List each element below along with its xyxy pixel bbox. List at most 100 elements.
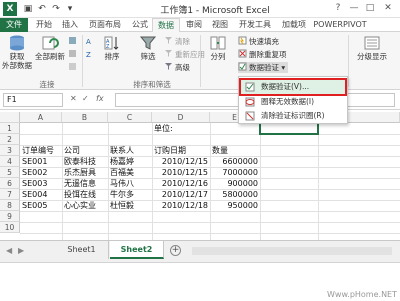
row-header[interactable]: 9 [0,211,20,222]
outline-button[interactable]: 分级显示 [352,35,392,61]
row-header[interactable]: 7 [0,189,20,200]
row-header[interactable]: 2 [0,134,20,145]
sort-za-button[interactable]: Z [86,49,97,60]
save-icon[interactable]: ▣ [22,3,34,15]
column-header[interactable]: D [152,112,210,123]
sheet-tab-sheet2[interactable]: Sheet2 [110,241,164,259]
tab-powerpivot[interactable]: POWERPIVOT [312,18,368,32]
insert-function-icon[interactable]: fx [96,94,104,103]
help-button[interactable]: ? [331,1,345,16]
table-cell[interactable]: 950000 [210,200,258,211]
filter-button[interactable]: 筛选 [136,35,160,61]
tab-home[interactable]: 开始 [32,18,56,32]
tab-addins[interactable]: 加载项 [278,18,310,32]
table-cell[interactable]: 心心实业 [64,200,108,211]
row-header[interactable]: 3 [0,145,20,156]
sort-button[interactable]: AZ 排序 [100,35,124,61]
table-cell[interactable]: 5800000 [210,189,258,200]
clear-filter-button[interactable]: 清除 [164,36,190,47]
row-header[interactable]: 1 [0,123,20,134]
sort-az-button[interactable]: A [86,36,97,47]
data-validation-icon [245,82,255,92]
tab-formulas[interactable]: 公式 [128,18,152,32]
table-cell[interactable]: SE005 [22,200,62,211]
row-header[interactable]: 10 [0,222,20,233]
sheet-tab-sheet1[interactable]: Sheet1 [55,241,109,259]
table-cell[interactable]: 6600000 [210,156,258,167]
flash-fill-label: 快速填充 [249,37,279,46]
row-header[interactable]: 5 [0,167,20,178]
row-header[interactable]: 6 [0,178,20,189]
cancel-icon[interactable]: ✕ [70,94,77,103]
redo-icon[interactable]: ↷ [50,3,62,15]
table-cell[interactable]: 欧泰科技 [64,156,108,167]
table-cell[interactable]: 7000000 [210,167,258,178]
table-cell[interactable]: 乐杰厨具 [64,167,108,178]
clear-filter-label: 清除 [175,37,190,46]
table-cell[interactable]: 2010/12/15 [152,167,208,178]
remove-duplicates-button[interactable]: 删除重复项 [238,49,287,60]
table-cell[interactable]: 马伟八 [110,178,152,189]
menu-item-circle-invalid[interactable]: 圈释无效数据(I) [241,95,345,109]
table-cell[interactable]: SE001 [22,156,62,167]
select-all-corner[interactable] [0,112,20,123]
tab-data[interactable]: 数据 [152,18,180,33]
tab-developer[interactable]: 开发工具 [234,18,276,32]
get-external-data-button[interactable]: 获取 外部数据 [2,35,32,70]
connections-small-1[interactable] [68,36,79,47]
data-validation-button[interactable]: 数据验证 ▾ [238,62,289,73]
menu-item-clear-circles[interactable]: 清除验证标识圈(R) [241,109,345,123]
table-cell[interactable]: 2010/12/17 [152,189,208,200]
undo-icon[interactable]: ↶ [36,3,48,15]
enter-icon[interactable]: ✓ [82,94,89,103]
refresh-all-button[interactable]: 全部刷新 [34,35,66,61]
header-cell[interactable]: 联系人 [110,145,152,156]
tab-page-layout[interactable]: 页面布局 [84,18,126,32]
tab-view[interactable]: 视图 [208,18,232,32]
table-cell[interactable]: 投饵在线 [64,189,108,200]
row-header[interactable]: 8 [0,200,20,211]
outline-icon [364,36,380,50]
column-header[interactable]: C [108,112,152,123]
table-cell[interactable]: 杜恒毅 [110,200,152,211]
customize-qat-icon[interactable]: ▾ [64,3,76,15]
text-to-columns-button[interactable]: 分列 [206,35,230,61]
name-box[interactable]: F1 [3,93,63,107]
table-cell[interactable]: SE003 [22,178,62,189]
tab-file[interactable]: 文件 [0,18,28,32]
menu-item-data-validation[interactable]: 数据验证(V)... [239,78,347,96]
minimize-button[interactable]: — [347,1,361,16]
tab-insert[interactable]: 插入 [58,18,82,32]
next-sheet-icon[interactable]: ▶ [18,246,24,255]
header-cell[interactable]: 订购日期 [154,145,210,156]
row-header[interactable]: 4 [0,156,20,167]
table-cell[interactable]: 900000 [210,178,258,189]
table-cell[interactable]: SE004 [22,189,62,200]
table-cell[interactable]: 牛尔多 [110,189,152,200]
prev-sheet-icon[interactable]: ◀ [6,246,12,255]
table-cell[interactable]: SE002 [22,167,62,178]
close-button[interactable]: ✕ [381,1,395,16]
table-cell[interactable]: 杨嘉婷 [110,156,152,167]
table-cell[interactable]: 无遥信息 [64,178,108,189]
table-cell[interactable]: 2010/12/15 [152,156,208,167]
edit-links-small[interactable] [68,62,79,73]
column-header[interactable]: B [62,112,108,123]
remove-duplicates-label: 删除重复项 [249,50,287,59]
table-cell[interactable]: 百福美 [110,167,152,178]
add-sheet-button[interactable]: + [170,245,181,256]
horizontal-scrollbar[interactable] [192,247,392,255]
header-cell[interactable]: 订单编号 [22,145,62,156]
header-cell[interactable]: 公司 [64,145,108,156]
table-cell[interactable]: 2010/12/16 [152,178,208,189]
column-header[interactable]: A [20,112,62,123]
table-cell[interactable]: 2010/12/18 [152,200,208,211]
reapply-button[interactable]: 重新应用 [164,49,205,60]
flash-fill-button[interactable]: 快速填充 [238,36,279,47]
advanced-filter-button[interactable]: 高级 [164,62,190,73]
properties-small[interactable] [68,49,79,60]
cell-unit-label[interactable]: 单位: [154,123,210,134]
header-cell[interactable]: 数量 [212,145,260,156]
tab-review[interactable]: 审阅 [182,18,206,32]
maximize-button[interactable]: □ [363,1,377,16]
